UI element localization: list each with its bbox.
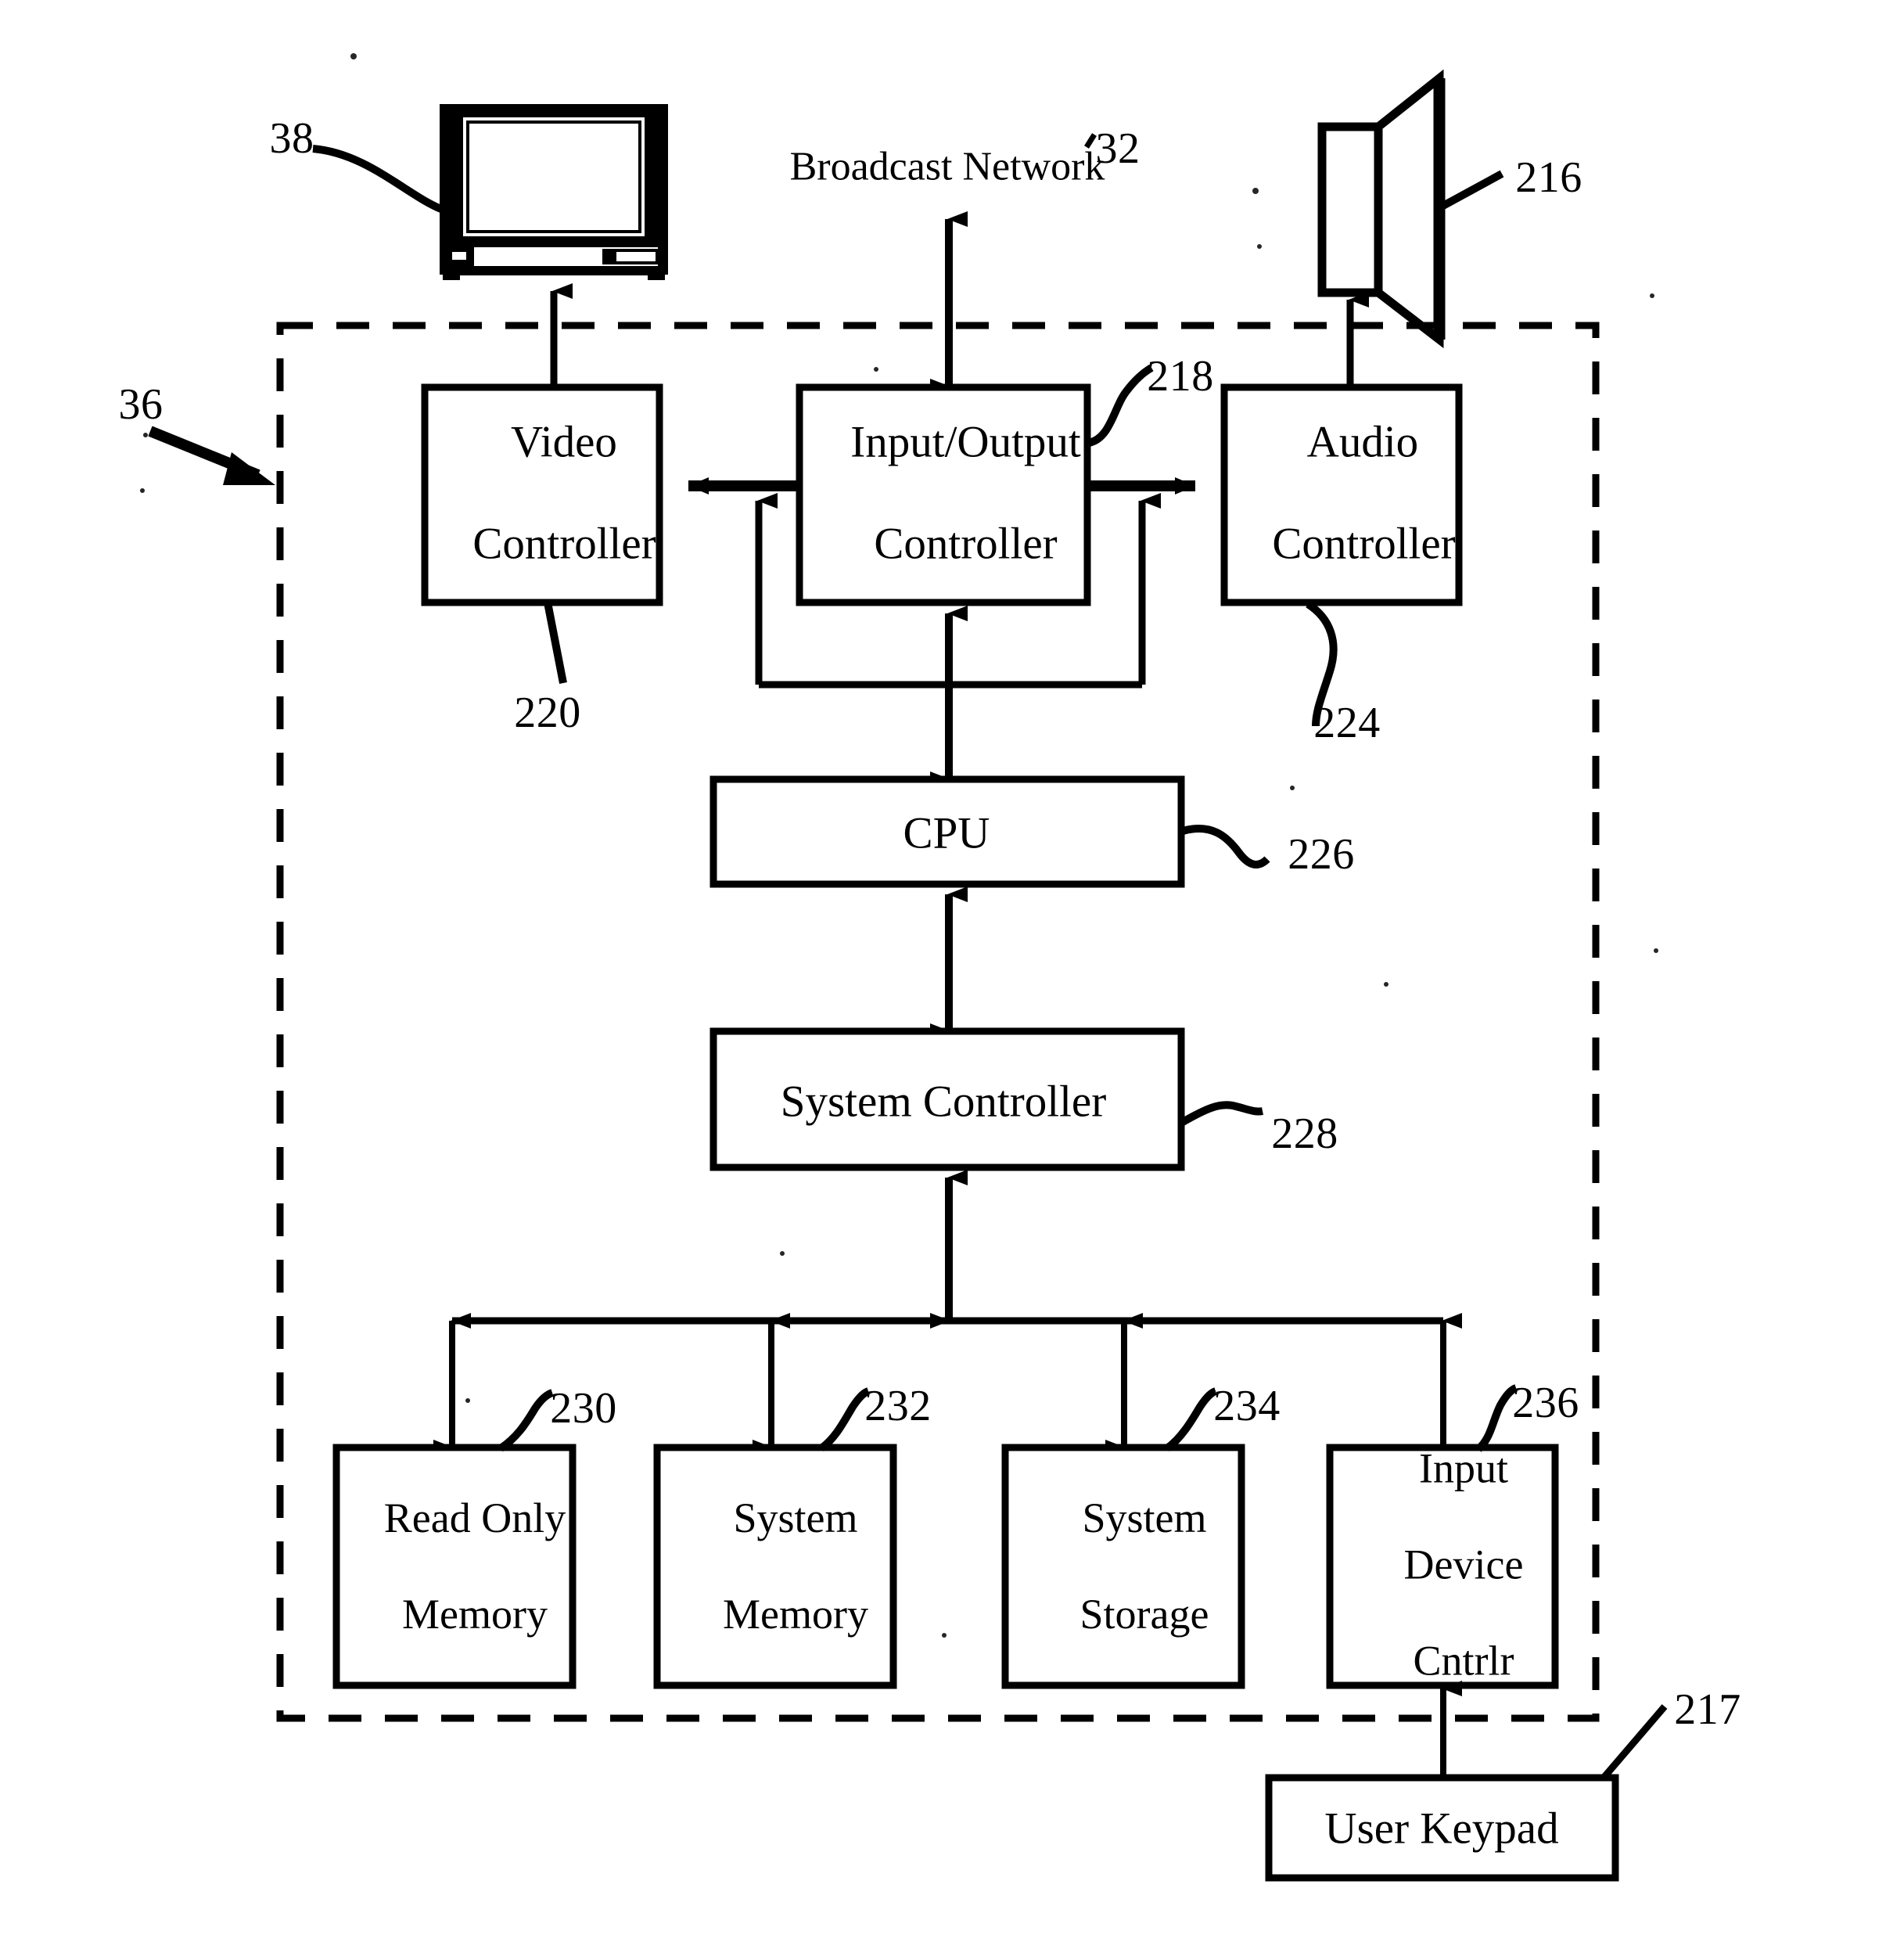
video-controller-line2: Controller xyxy=(472,519,656,569)
io-controller-line1: Input/Output xyxy=(850,417,1081,467)
leader-38 xyxy=(312,145,444,214)
ref-32: 32 xyxy=(1095,124,1141,174)
system-controller-label: System Controller xyxy=(780,1077,1107,1127)
ref-232: 232 xyxy=(864,1382,932,1431)
ref-216: 216 xyxy=(1515,153,1582,203)
broadcast-network-label: Broadcast Network xyxy=(789,144,1105,189)
leader-228 xyxy=(1180,1101,1263,1126)
ref-217: 217 xyxy=(1674,1685,1741,1735)
ref-234: 234 xyxy=(1213,1382,1281,1431)
ref-228: 228 xyxy=(1271,1109,1338,1159)
leader-230 xyxy=(498,1389,554,1452)
ref-230: 230 xyxy=(550,1384,617,1433)
system-memory-label: System Memory xyxy=(681,1446,868,1687)
leader-217 xyxy=(1600,1704,1668,1780)
audio-controller-line1: Audio xyxy=(1306,417,1419,467)
diagram-canvas xyxy=(140,53,1668,1882)
io-controller-line2: Controller xyxy=(874,519,1058,569)
leader-234 xyxy=(1164,1387,1217,1452)
audio-controller-label: Audio Controller xyxy=(1227,367,1455,621)
system-storage-line1: System xyxy=(1082,1494,1207,1541)
video-controller-line1: Video xyxy=(511,417,617,467)
input-device-line2: Device xyxy=(1403,1541,1524,1588)
io-controller-label: Input/Output Controller xyxy=(806,367,1081,621)
system-storage-label: System Storage xyxy=(1038,1446,1209,1687)
television-icon xyxy=(440,104,668,282)
ref-36: 36 xyxy=(118,380,163,430)
system-storage-line2: Storage xyxy=(1080,1590,1209,1638)
read-only-memory-label: Read Only Memory xyxy=(342,1446,566,1687)
patent-figure: 38 Broadcast Network 32 216 36 Video Con… xyxy=(0,0,1886,1960)
video-controller-label: Video Controller xyxy=(428,367,656,621)
system-memory-line2: Memory xyxy=(723,1590,868,1638)
leader-218 xyxy=(1087,364,1154,447)
user-keypad-label: User Keypad xyxy=(1324,1804,1559,1854)
cpu-label: CPU xyxy=(903,808,990,858)
system-memory-line1: System xyxy=(733,1494,858,1541)
input-device-line3: Cntrlr xyxy=(1413,1637,1514,1685)
leader-232 xyxy=(818,1387,870,1452)
input-device-line1: Input xyxy=(1419,1444,1508,1492)
leader-226 xyxy=(1181,824,1270,869)
leader-216 xyxy=(1439,170,1504,210)
leader-36 xyxy=(148,426,275,485)
input-device-cntrlr-label: Input Device Cntrlr xyxy=(1362,1397,1524,1734)
ref-38: 38 xyxy=(269,114,314,164)
ref-236: 236 xyxy=(1512,1379,1579,1428)
ref-220: 220 xyxy=(514,689,581,738)
speaker-icon xyxy=(1317,69,1446,349)
ref-226: 226 xyxy=(1288,830,1355,879)
read-only-memory-line2: Memory xyxy=(402,1590,548,1638)
read-only-memory-line1: Read Only xyxy=(383,1494,566,1541)
audio-controller-line2: Controller xyxy=(1272,519,1456,569)
ref-224: 224 xyxy=(1313,699,1381,748)
ref-218: 218 xyxy=(1147,352,1214,401)
